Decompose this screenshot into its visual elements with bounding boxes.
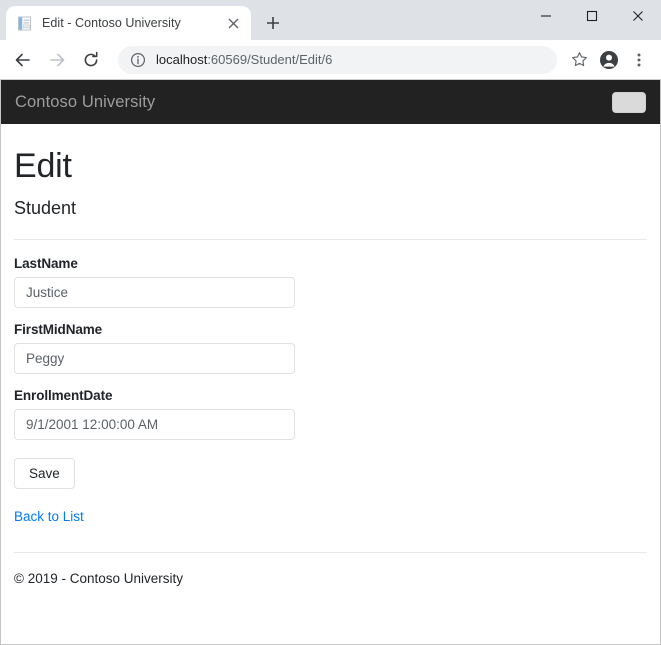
page-viewport: Contoso University Edit Student LastName… — [0, 80, 661, 645]
url-host: localhost — [156, 52, 207, 67]
page-title: Edit — [14, 146, 647, 187]
divider-footer — [14, 552, 647, 553]
label-enrollmentdate: EnrollmentDate — [14, 388, 647, 403]
close-button[interactable] — [615, 0, 661, 32]
save-button[interactable]: Save — [14, 458, 75, 489]
url-path: :60569/Student/Edit/6 — [207, 52, 332, 67]
edit-student-form: LastName FirstMidName EnrollmentDate Sav… — [14, 256, 647, 489]
site-information-icon[interactable] — [130, 52, 146, 68]
reload-button[interactable] — [76, 45, 106, 75]
window-controls — [523, 0, 661, 32]
address-bar-url: localhost:60569/Student/Edit/6 — [156, 52, 332, 67]
browser-tab-active[interactable]: Edit - Contoso University — [6, 6, 251, 40]
back-link-row: Back to List — [14, 489, 647, 526]
input-lastname[interactable] — [14, 277, 295, 308]
browser-tab-title: Edit - Contoso University — [42, 16, 223, 30]
label-lastname: LastName — [14, 256, 647, 271]
browser-tabstrip: Edit - Contoso University — [0, 0, 661, 40]
divider-top — [14, 239, 647, 240]
browser-toolbar: localhost:60569/Student/Edit/6 — [0, 40, 661, 80]
navbar-toggler[interactable] — [612, 92, 646, 113]
page-footer: © 2019 - Contoso University — [14, 571, 647, 586]
new-tab-button[interactable] — [259, 9, 287, 37]
tab-close-icon[interactable] — [223, 13, 243, 33]
profile-avatar-icon[interactable] — [595, 46, 623, 74]
browser-window: Edit - Contoso University — [0, 0, 661, 645]
site-navbar: Contoso University — [1, 80, 660, 124]
form-group-enrollmentdate: EnrollmentDate — [14, 388, 647, 440]
input-firstmidname[interactable] — [14, 343, 295, 374]
back-button[interactable] — [8, 45, 38, 75]
page-container: Edit Student LastName FirstMidName Enrol… — [1, 146, 660, 586]
form-group-firstmidname: FirstMidName — [14, 322, 647, 374]
input-enrollmentdate[interactable] — [14, 409, 295, 440]
maximize-button[interactable] — [569, 0, 615, 32]
navbar-brand[interactable]: Contoso University — [15, 93, 155, 112]
star-icon[interactable] — [565, 46, 593, 74]
label-firstmidname: FirstMidName — [14, 322, 647, 337]
form-group-lastname: LastName — [14, 256, 647, 308]
minimize-button[interactable] — [523, 0, 569, 32]
address-bar[interactable]: localhost:60569/Student/Edit/6 — [118, 46, 557, 74]
three-dot-menu-icon[interactable] — [625, 46, 653, 74]
document-favicon — [16, 15, 33, 32]
forward-button[interactable] — [42, 45, 72, 75]
back-to-list-link[interactable]: Back to List — [14, 509, 84, 524]
page-subtitle: Student — [14, 198, 647, 219]
